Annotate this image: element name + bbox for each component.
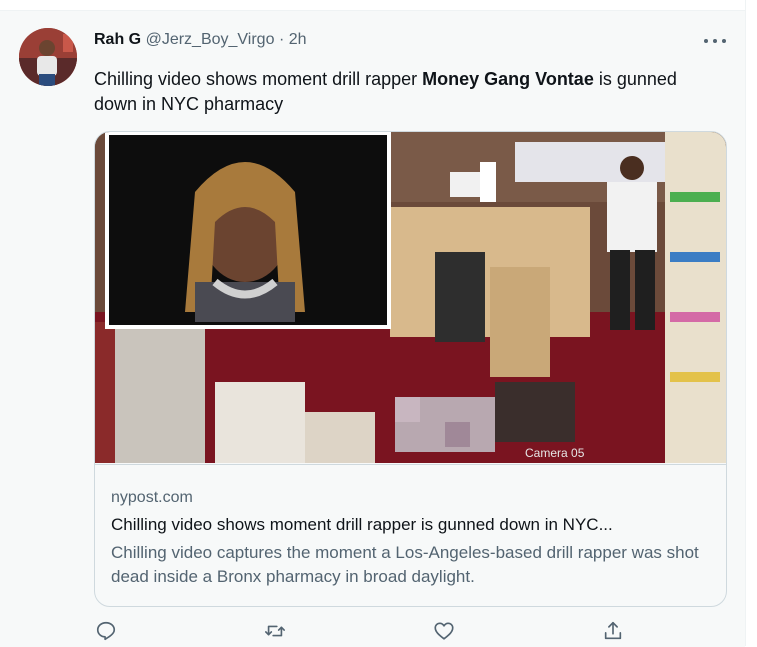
author-handle[interactable]: @Jerz_Boy_Virgo xyxy=(146,31,275,48)
timestamp[interactable]: 2h xyxy=(289,31,307,48)
retweet-icon[interactable] xyxy=(264,620,288,644)
avatar-image xyxy=(19,28,77,86)
tweet-header: Rah G @Jerz_Boy_Virgo · 2h xyxy=(94,31,307,49)
camera-label: Camera 05 xyxy=(525,446,585,460)
pharmacy-scene-image: Camera 05 xyxy=(95,132,726,463)
tweet-text-bold: Money Gang Vontae xyxy=(422,69,594,89)
separator-dot: · xyxy=(278,31,285,48)
tweet-text-start: Chilling video shows moment drill rapper xyxy=(94,69,423,89)
right-edge xyxy=(745,0,757,646)
card-title: Chilling video shows moment drill rapper… xyxy=(111,515,613,534)
tweet-text: Chilling video shows moment drill rapper… xyxy=(94,67,724,117)
reply-icon[interactable] xyxy=(95,620,119,644)
card-description: Chilling video captures the moment a Los… xyxy=(111,543,699,586)
more-dots-icon[interactable] xyxy=(702,35,728,49)
heart-icon[interactable] xyxy=(433,620,457,644)
avatar[interactable] xyxy=(19,28,77,86)
author-name[interactable]: Rah G xyxy=(94,31,141,48)
tweet[interactable]: Rah G @Jerz_Boy_Virgo · 2h Chilling vide… xyxy=(0,10,745,647)
link-card[interactable]: Camera 05 nypost.com Chilling video show… xyxy=(94,131,727,607)
card-domain: nypost.com xyxy=(111,489,193,506)
share-icon[interactable] xyxy=(602,620,626,644)
card-meta[interactable]: nypost.com Chilling video shows moment d… xyxy=(95,464,726,606)
card-image[interactable]: Camera 05 xyxy=(95,132,726,463)
